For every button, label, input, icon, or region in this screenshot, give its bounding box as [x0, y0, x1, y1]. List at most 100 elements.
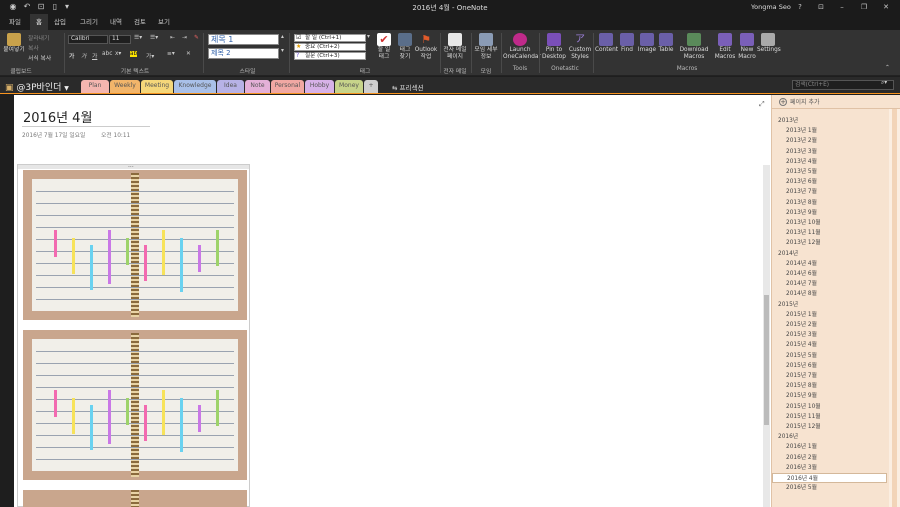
launch-onecalendar-button[interactable]: Launch OneCalendar — [503, 33, 541, 60]
page-title[interactable]: 2016년 4월 — [23, 107, 92, 126]
page-list-item[interactable]: 2015년 11월 — [772, 412, 887, 422]
bold-icon[interactable]: 가 — [69, 51, 74, 60]
clear-format-icon[interactable]: ✎ — [194, 35, 199, 41]
page-group-header[interactable]: 2014년 — [772, 249, 887, 259]
page-list-item[interactable]: 2016년 4월 — [772, 473, 887, 483]
page-list-item[interactable]: 2015년 5월 — [772, 351, 887, 361]
page-list-item[interactable]: 2013년 2월 — [772, 136, 887, 146]
find-macro-button[interactable]: Find — [618, 33, 636, 54]
page-list-item[interactable]: 2013년 6월 — [772, 177, 887, 187]
page-list-item[interactable]: 2015년 7월 — [772, 371, 887, 381]
page-list-item[interactable]: 2013년 4월 — [772, 157, 887, 167]
page-group-header[interactable]: 2016년 — [772, 432, 887, 442]
page-list-item[interactable]: 2016년 2월 — [772, 453, 887, 463]
notebook-selector[interactable]: ▣ @3P바인더 ▼ — [5, 80, 69, 93]
subscript-icon[interactable]: x▾ — [115, 51, 121, 57]
section-tab[interactable]: Note — [245, 80, 270, 93]
tags-more-icon[interactable]: ▾ — [367, 34, 370, 40]
section-tab[interactable]: Idea — [217, 80, 244, 93]
scrollbar-thumb[interactable] — [764, 295, 769, 425]
tab-history[interactable]: 내역 — [104, 14, 128, 30]
todo-tag-button[interactable]: ✔ 할 일 태그 — [374, 33, 394, 60]
styles-scroll-up-icon[interactable]: ▴ — [281, 34, 284, 40]
page-list-item[interactable]: 2013년 12월 — [772, 238, 887, 248]
indent-icon[interactable]: ⇥ — [182, 35, 187, 41]
table-macro-button[interactable]: Table — [657, 33, 675, 54]
page-list-item[interactable]: 2014년 7월 — [772, 279, 887, 289]
paste-button[interactable]: 붙여넣기 — [3, 33, 25, 54]
section-tab[interactable]: Meeting — [141, 80, 173, 93]
page-list-item[interactable]: 2014년 8월 — [772, 289, 887, 299]
page-list-scrollbar[interactable] — [889, 109, 900, 507]
align-icon[interactable]: ≡▾ — [167, 51, 175, 57]
collapse-ribbon-icon[interactable]: ⌃ — [885, 65, 890, 71]
page-list-item[interactable]: 2015년 6월 — [772, 361, 887, 371]
fullscreen-icon[interactable]: ⊡ — [816, 2, 826, 12]
minimize-button[interactable]: – — [837, 2, 847, 12]
page-list-item[interactable]: 2013년 11월 — [772, 228, 887, 238]
custom-styles-button[interactable]: ア Custom Styles — [568, 33, 592, 60]
download-macros-button[interactable]: Download Macros — [678, 33, 710, 60]
new-macro-button[interactable]: New Macro — [738, 33, 756, 60]
page-list-item[interactable]: 2013년 8월 — [772, 198, 887, 208]
close-button[interactable]: ✕ — [881, 2, 891, 12]
tab-review[interactable]: 검토 — [128, 14, 152, 30]
search-icon[interactable]: ⌕▾ — [881, 80, 887, 87]
tag-question[interactable]: ? 질문 (Ctrl+3) — [294, 52, 366, 60]
page-list-item[interactable]: 2013년 7월 — [772, 187, 887, 197]
style-heading-2[interactable]: 제목 2 — [208, 48, 279, 59]
bullets-icon[interactable]: ☰▾ — [134, 35, 142, 41]
sync-status[interactable]: ⇆ 프리섹션 — [392, 82, 423, 92]
add-page-button[interactable]: + 페이지 추가 — [779, 97, 820, 106]
tab-view[interactable]: 보기 — [152, 14, 176, 30]
section-tab[interactable]: Plan — [81, 80, 109, 93]
page-list-item[interactable]: 2013년 9월 — [772, 208, 887, 218]
tab-home[interactable]: 홈 — [30, 14, 48, 30]
tag-important[interactable]: ★ 중요 (Ctrl+2) — [294, 43, 366, 51]
format-painter-button[interactable]: 서식 복사 — [28, 53, 51, 62]
copy-button[interactable]: 복사 — [28, 43, 39, 52]
user-name[interactable]: Yongma Seo — [751, 3, 791, 11]
page-scrollbar[interactable] — [763, 165, 770, 507]
page-group-header[interactable]: 2013년 — [772, 116, 887, 126]
email-page-button[interactable]: 전자 메일 페이지 — [442, 33, 468, 60]
settings-button[interactable]: Settings — [757, 33, 781, 54]
image-macro-button[interactable]: Image — [637, 33, 657, 54]
tab-draw[interactable]: 그리기 — [74, 14, 104, 30]
page-list-item[interactable]: 2013년 1월 — [772, 126, 887, 136]
container-handle[interactable]: ... — [18, 162, 249, 169]
search-input[interactable]: 검색(Ctrl+E) — [792, 80, 894, 90]
page-list-item[interactable]: 2015년 4월 — [772, 340, 887, 350]
tab-insert[interactable]: 삽입 — [48, 14, 72, 30]
numbering-icon[interactable]: ☰▾ — [150, 35, 158, 41]
help-button[interactable]: ? — [795, 2, 805, 12]
planner-photo[interactable] — [23, 490, 247, 507]
meeting-details-button[interactable]: 모임 세부 정보 — [473, 33, 499, 60]
content-macro-button[interactable]: Content — [595, 33, 618, 54]
section-tab[interactable]: Personal — [271, 80, 304, 93]
section-tab[interactable]: Weekly — [110, 80, 140, 93]
edit-macros-button[interactable]: Edit Macros — [712, 33, 738, 60]
planner-photo[interactable] — [23, 330, 247, 480]
tab-file[interactable]: 파일 — [3, 14, 27, 30]
pin-to-desktop-button[interactable]: Pin to Desktop — [541, 33, 567, 60]
image-container[interactable]: ... — [17, 162, 250, 507]
page-list-item[interactable]: 2013년 3월 — [772, 147, 887, 157]
outlook-tasks-button[interactable]: ⚑ Outlook 작업 — [414, 33, 438, 60]
page-list-item[interactable]: 2013년 10월 — [772, 218, 887, 228]
italic-icon[interactable]: 가 — [81, 51, 86, 60]
page-canvas[interactable]: ⤢ 2016년 4월 2016년 7월 17일 일요일 오전 10:11 ... — [14, 95, 771, 507]
section-tab[interactable]: Hobby — [305, 80, 334, 93]
page-list-item[interactable]: 2016년 1월 — [772, 442, 887, 452]
page-list-item[interactable]: 2014년 6월 — [772, 269, 887, 279]
delete-icon[interactable]: ✕ — [186, 51, 191, 57]
strikethrough-icon[interactable]: abc — [102, 51, 112, 57]
page-list-item[interactable]: 2014년 4월 — [772, 259, 887, 269]
page-list-item[interactable]: 2015년 10월 — [772, 402, 887, 412]
page-list-item[interactable]: 2015년 12월 — [772, 422, 887, 432]
styles-more-icon[interactable]: ▾ — [281, 48, 284, 54]
font-size-select[interactable]: 11 — [109, 35, 131, 44]
page-list-item[interactable]: 2016년 3월 — [772, 463, 887, 473]
page-group-header[interactable]: 2015년 — [772, 300, 887, 310]
restore-button[interactable]: ❐ — [859, 2, 869, 12]
